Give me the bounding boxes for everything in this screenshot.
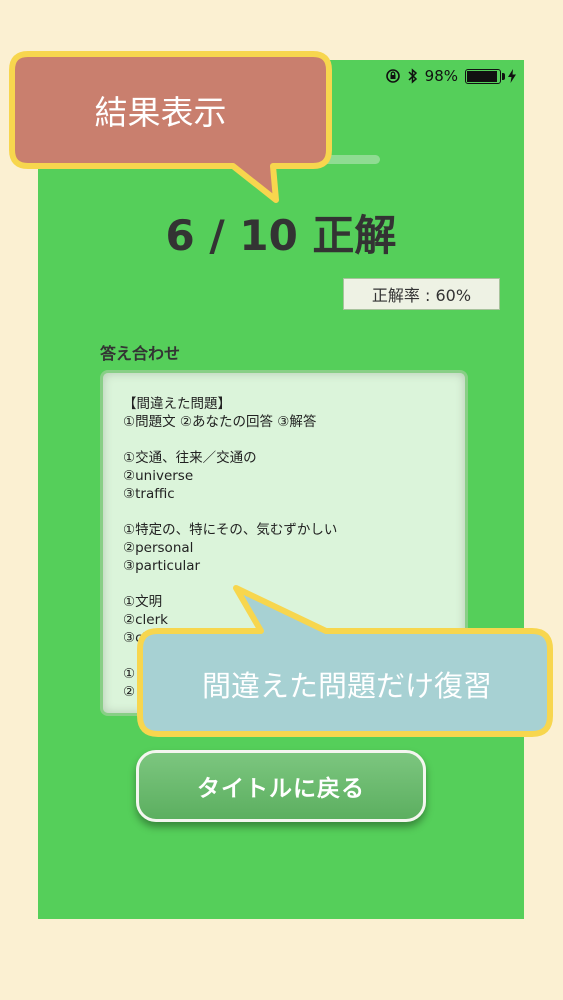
answers-heading: 答え合わせ [100,344,181,363]
result-display-callout: 結果表示 [8,50,333,210]
answer-line: ③particular [123,558,201,574]
rotation-lock-icon [385,69,400,83]
battery-percentage: 98% [424,67,458,85]
answer-line: ②universe [123,468,194,484]
answer-line: 【間違えた問題】 [123,396,231,412]
battery-icon [465,68,505,84]
answer-line: ①問題文 ②あなたの回答 ③解答 [123,414,317,430]
bluetooth-icon [408,68,417,84]
answer-line: ②personal [123,540,194,556]
answer-line: ③traffic [123,486,175,502]
callout-text: 間違えた問題だけ復習 [201,669,492,703]
answer-line [123,431,445,449]
answer-line [123,503,445,521]
status-bar: 98% [385,66,516,86]
charging-icon [508,69,516,83]
back-to-title-button[interactable]: タイトルに戻る [136,750,426,822]
score-title: 6 / 10 正解 [165,211,397,260]
answer-line: ①交通、往来／交通の [123,450,257,466]
accuracy-badge: 正解率 : 60% [343,278,500,310]
battery-level [467,70,498,82]
answer-line: ①特定の、特にその、気むずかしい [123,522,338,538]
review-mistakes-callout: 間違えた問題だけ復習 [136,585,558,740]
callout-text: 結果表示 [94,93,227,132]
